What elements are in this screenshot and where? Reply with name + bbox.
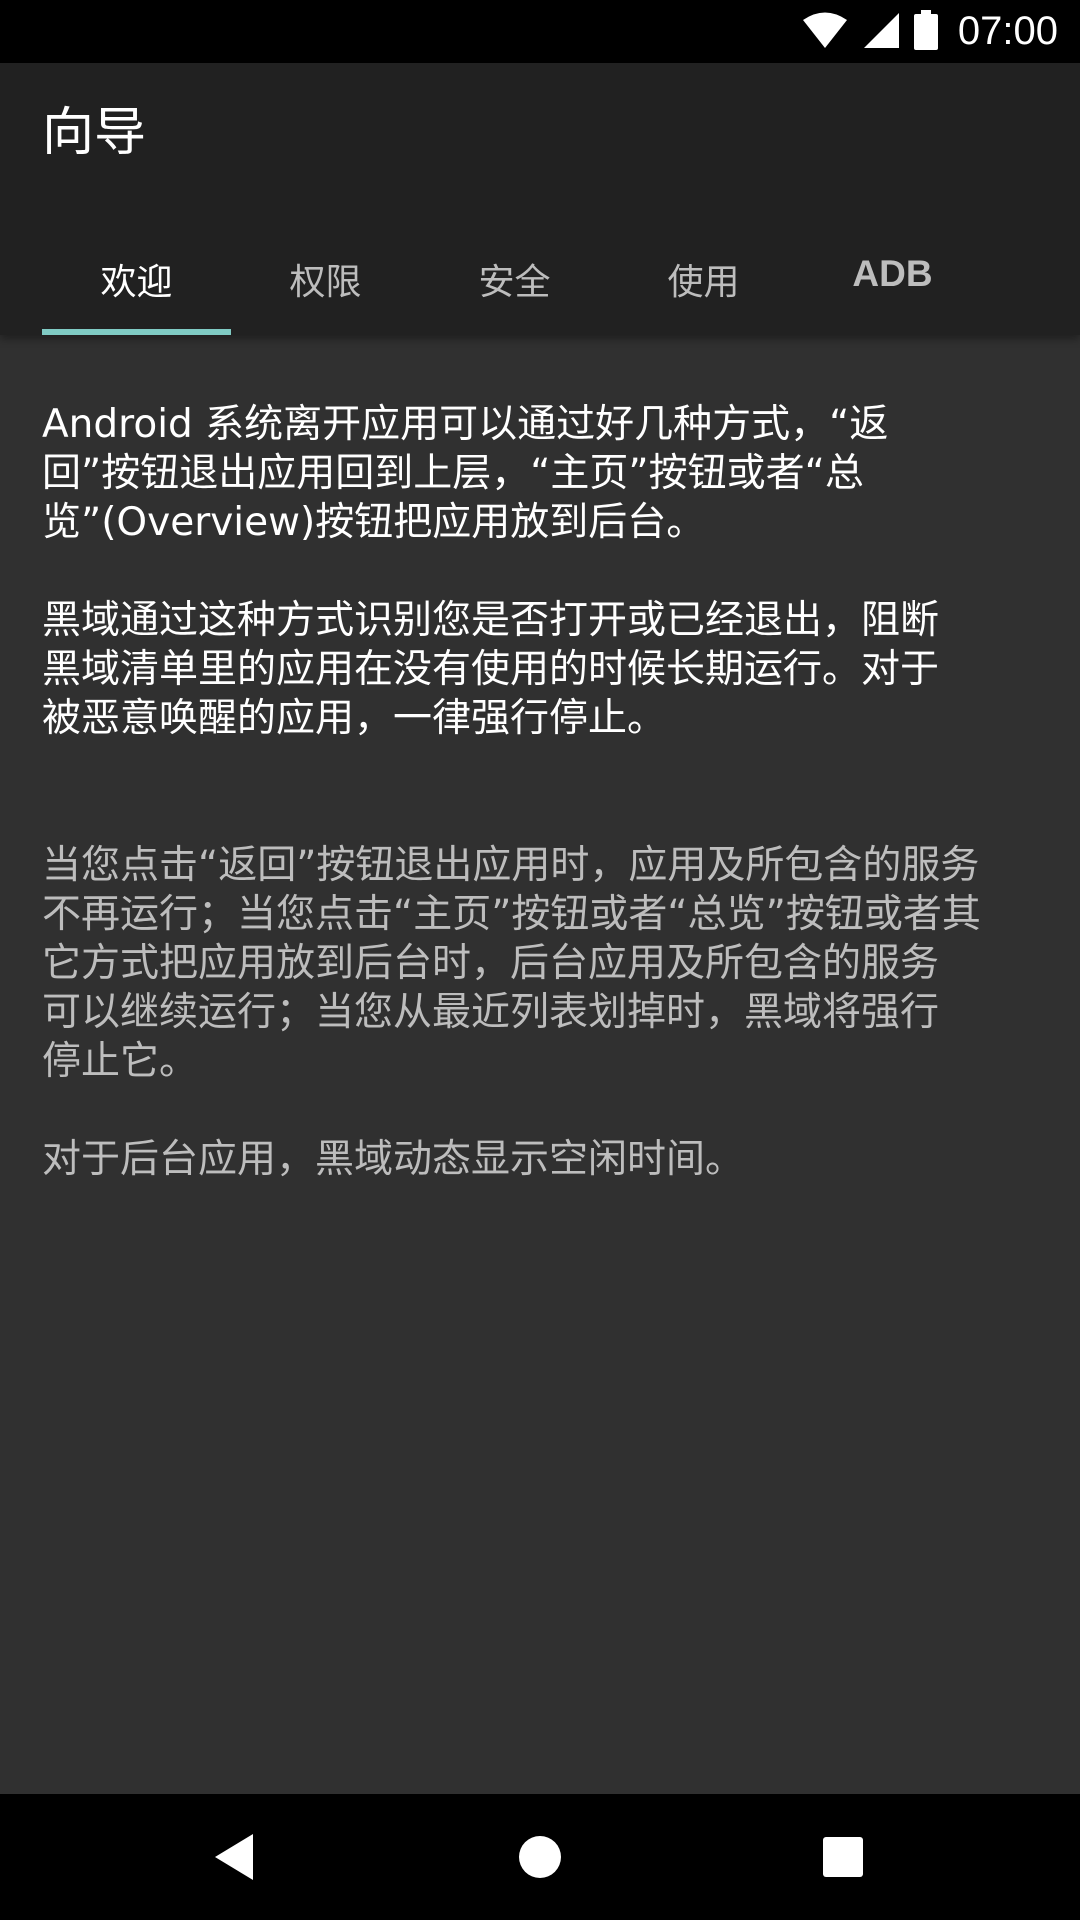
tab-label: 安全 — [478, 262, 551, 303]
battery-icon — [913, 9, 938, 54]
tab-label: 权限 — [289, 262, 362, 303]
tab-adb[interactable]: ADB — [798, 233, 987, 335]
tab-label: 欢迎 — [100, 262, 173, 303]
tab-indicator — [42, 329, 231, 335]
intro-paragraph-1: Android 系统离开应用可以通过好几种方式，“返 回”按钮退出应用回到上层，… — [42, 402, 889, 545]
signal-icon — [862, 11, 900, 53]
home-icon[interactable] — [505, 1822, 575, 1892]
tab-label: ADB — [852, 253, 933, 294]
recents-icon[interactable] — [808, 1822, 878, 1892]
welcome-content: Android 系统离开应用可以通过好几种方式，“返 回”按钮退出应用回到上层，… — [42, 400, 1042, 1184]
detail-paragraph-2: 对于后台应用，黑域动态显示空闲时间。 — [42, 1137, 745, 1182]
page-title: 向导 — [42, 103, 147, 163]
back-icon[interactable] — [200, 1822, 270, 1892]
tab-permissions[interactable]: 权限 — [231, 233, 420, 335]
wifi-icon — [802, 11, 848, 53]
app-bar: 向导 欢迎 权限 安全 使用 ADB — [0, 63, 1080, 335]
status-time: 07:00 — [957, 9, 1058, 53]
tab-security[interactable]: 安全 — [420, 233, 609, 335]
tab-welcome[interactable]: 欢迎 — [42, 233, 231, 335]
screen: 07:00 向导 欢迎 权限 安全 使用 ADB Android 系统离开应用可… — [0, 0, 1080, 1920]
navigation-bar — [0, 1794, 1080, 1920]
tab-label: 使用 — [667, 262, 740, 303]
intro-paragraph-2: 黑域通过这种方式识别您是否打开或已经退出，阻断 黑域清单里的应用在没有使用的时候… — [42, 598, 940, 741]
tab-bar: 欢迎 权限 安全 使用 ADB — [42, 233, 987, 335]
tab-usage[interactable]: 使用 — [609, 233, 798, 335]
status-bar: 07:00 — [0, 0, 1080, 63]
status-icons: 07:00 — [802, 0, 1058, 63]
detail-paragraph-1: 当您点击“返回”按钮退出应用时，应用及所包含的服务 不再运行；当您点击“主页”按… — [42, 843, 981, 1084]
